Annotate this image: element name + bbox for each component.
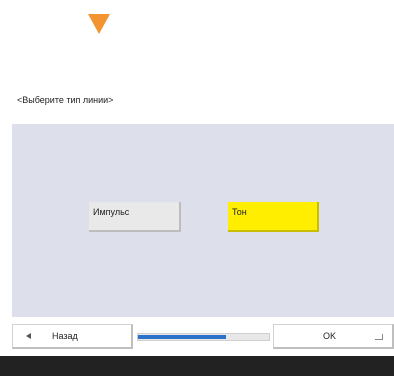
option-impulse-label: Импульс (93, 207, 130, 217)
line-type-panel: Импульс Тон (12, 124, 394, 317)
back-triangle-icon (26, 333, 31, 339)
option-tone-label: Тон (232, 207, 247, 217)
enter-return-icon (375, 334, 383, 340)
down-arrow-icon (88, 14, 110, 34)
progress-bar (137, 333, 270, 341)
option-tone-button[interactable]: Тон (228, 202, 319, 232)
back-button[interactable]: Назад (12, 324, 133, 349)
line-type-prompt: <Выберите тип линии> (17, 95, 114, 105)
ok-button[interactable]: OK (273, 324, 394, 349)
progress-bar-fill (138, 335, 226, 339)
ok-button-label: OK (323, 331, 337, 341)
option-impulse-button[interactable]: Импульс (89, 202, 181, 232)
bottom-status-bar (0, 356, 394, 376)
back-button-label: Назад (52, 331, 78, 341)
